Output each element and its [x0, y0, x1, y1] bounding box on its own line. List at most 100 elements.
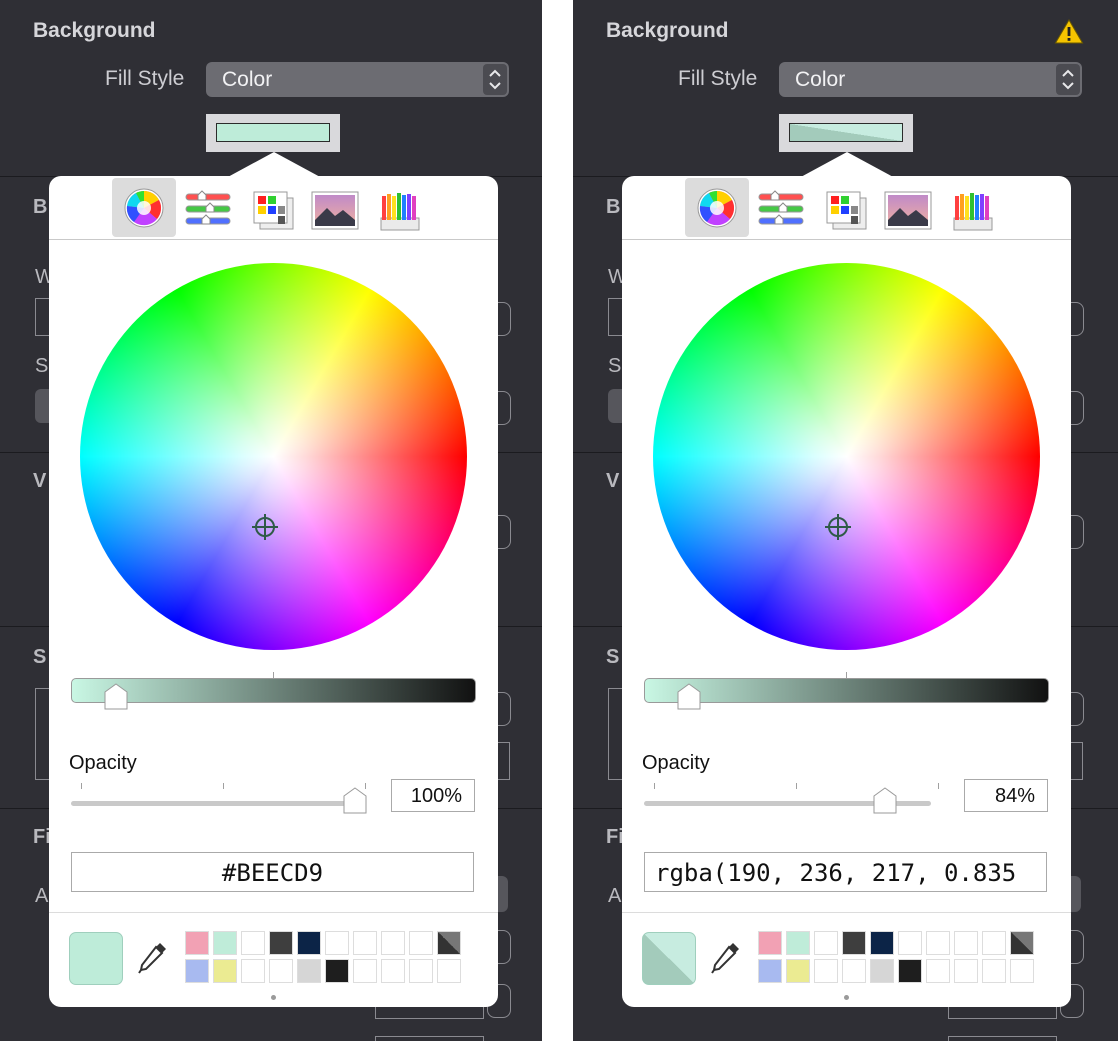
warning-icon[interactable]	[1054, 18, 1084, 50]
opacity-label: Opacity	[642, 752, 710, 774]
swatch-cell[interactable]	[213, 959, 237, 983]
tab-color-palettes[interactable]	[812, 178, 876, 237]
swatch-cell[interactable]	[297, 931, 321, 955]
swatch-cell[interactable]	[870, 959, 894, 983]
tab-color-wheel[interactable]	[112, 178, 176, 237]
swatch-cell[interactable]	[842, 959, 866, 983]
eyedropper-icon[interactable]	[136, 939, 170, 980]
opacity-slider[interactable]	[71, 787, 367, 814]
swatch-cell[interactable]	[982, 959, 1006, 983]
hidden-section-title: B	[33, 196, 48, 218]
color-well[interactable]	[779, 114, 913, 152]
swatch-cell[interactable]	[926, 931, 950, 955]
brightness-slider[interactable]	[71, 678, 476, 710]
opacity-slider[interactable]	[644, 787, 931, 814]
opacity-tick	[81, 783, 82, 789]
brightness-slider-thumb[interactable]	[676, 683, 702, 711]
swatch-cell[interactable]	[1010, 959, 1034, 983]
fill-style-value: Color	[222, 68, 273, 91]
hidden-label: A	[608, 885, 622, 907]
swatch-cell[interactable]	[786, 959, 810, 983]
swatch-cell[interactable]	[325, 959, 349, 983]
swatch-cell[interactable]	[185, 959, 209, 983]
swatch-cell[interactable]	[297, 959, 321, 983]
tab-color-palettes[interactable]	[239, 178, 303, 237]
swatch-cell[interactable]	[982, 931, 1006, 955]
fill-style-select[interactable]: Color	[206, 62, 509, 97]
swatch-cell[interactable]	[954, 931, 978, 955]
color-well[interactable]	[206, 114, 340, 152]
swatch-cell[interactable]	[954, 959, 978, 983]
crosshair-icon[interactable]	[250, 512, 280, 542]
popover-arrow	[799, 152, 895, 178]
hidden-section-title: V	[33, 470, 47, 492]
opacity-slider-thumb[interactable]	[342, 787, 368, 815]
swatch-cell[interactable]	[381, 931, 405, 955]
swatch-cell[interactable]	[269, 931, 293, 955]
tab-color-sliders[interactable]	[176, 178, 240, 237]
swatch-cell[interactable]	[926, 959, 950, 983]
tab-pencils[interactable]	[367, 178, 431, 237]
hidden-label: A	[35, 885, 49, 907]
swatch-cell[interactable]	[842, 931, 866, 955]
swatch-cell[interactable]	[409, 931, 433, 955]
opacity-field[interactable]: 84%	[964, 779, 1048, 812]
swatch-cell[interactable]	[353, 931, 377, 955]
brightness-slider-thumb[interactable]	[103, 683, 129, 711]
color-wheel[interactable]	[653, 263, 1040, 650]
color-well-swatch	[789, 123, 903, 142]
swatch-cell[interactable]	[325, 931, 349, 955]
swatch-cell[interactable]	[437, 931, 461, 955]
color-code-field[interactable]: #BEECD9	[71, 852, 474, 892]
eyedropper-icon[interactable]	[709, 939, 743, 980]
swatch-cell[interactable]	[241, 959, 265, 983]
hidden-field[interactable]	[375, 1036, 484, 1041]
current-color-swatch[interactable]	[69, 932, 123, 985]
swatch-cell[interactable]	[1010, 931, 1034, 955]
select-stepper-icon	[1056, 64, 1080, 95]
swatch-cell[interactable]	[870, 931, 894, 955]
fill-style-select[interactable]: Color	[779, 62, 1082, 97]
tab-color-sliders[interactable]	[749, 178, 813, 237]
opacity-tick	[938, 783, 939, 789]
swatch-cell[interactable]	[758, 959, 782, 983]
tab-pencils[interactable]	[940, 178, 1004, 237]
swatch-cell[interactable]	[353, 959, 377, 983]
swatch-cell[interactable]	[381, 959, 405, 983]
swatch-cell[interactable]	[786, 931, 810, 955]
color-picker-popover: Opacity 84% rgba(190, 236, 217, 0.835	[622, 176, 1071, 1007]
opacity-label: Opacity	[69, 752, 137, 774]
tab-image-palettes[interactable]	[876, 178, 940, 237]
divider	[49, 912, 498, 913]
brightness-slider[interactable]	[644, 678, 1049, 710]
swatch-cell[interactable]	[185, 931, 209, 955]
opacity-field[interactable]: 100%	[391, 779, 475, 812]
swatch-cell[interactable]	[409, 959, 433, 983]
opacity-tick	[654, 783, 655, 789]
current-color-swatch[interactable]	[642, 932, 696, 985]
swatch-cell[interactable]	[814, 931, 838, 955]
swatch-cell[interactable]	[898, 931, 922, 955]
color-code-field[interactable]: rgba(190, 236, 217, 0.835	[644, 852, 1047, 892]
swatch-cell[interactable]	[437, 959, 461, 983]
section-title: Background	[33, 19, 156, 42]
section-title: Background	[606, 19, 729, 42]
select-stepper-icon	[483, 64, 507, 95]
swatch-cell[interactable]	[898, 959, 922, 983]
swatch-cell[interactable]	[269, 959, 293, 983]
swatch-cell[interactable]	[758, 931, 782, 955]
swatch-cell[interactable]	[241, 931, 265, 955]
swatch-cell[interactable]	[814, 959, 838, 983]
color-wheel[interactable]	[80, 263, 467, 650]
swatch-cell[interactable]	[213, 931, 237, 955]
hidden-section-title: S	[606, 646, 620, 668]
opacity-slider-thumb[interactable]	[872, 787, 898, 815]
opacity-tick	[223, 783, 224, 789]
opacity-tick	[796, 783, 797, 789]
crosshair-icon[interactable]	[823, 512, 853, 542]
tab-image-palettes[interactable]	[303, 178, 367, 237]
hidden-field[interactable]	[948, 1036, 1057, 1041]
picker-tab-bar	[49, 176, 498, 240]
fill-style-label: Fill Style	[678, 67, 758, 90]
tab-color-wheel[interactable]	[685, 178, 749, 237]
